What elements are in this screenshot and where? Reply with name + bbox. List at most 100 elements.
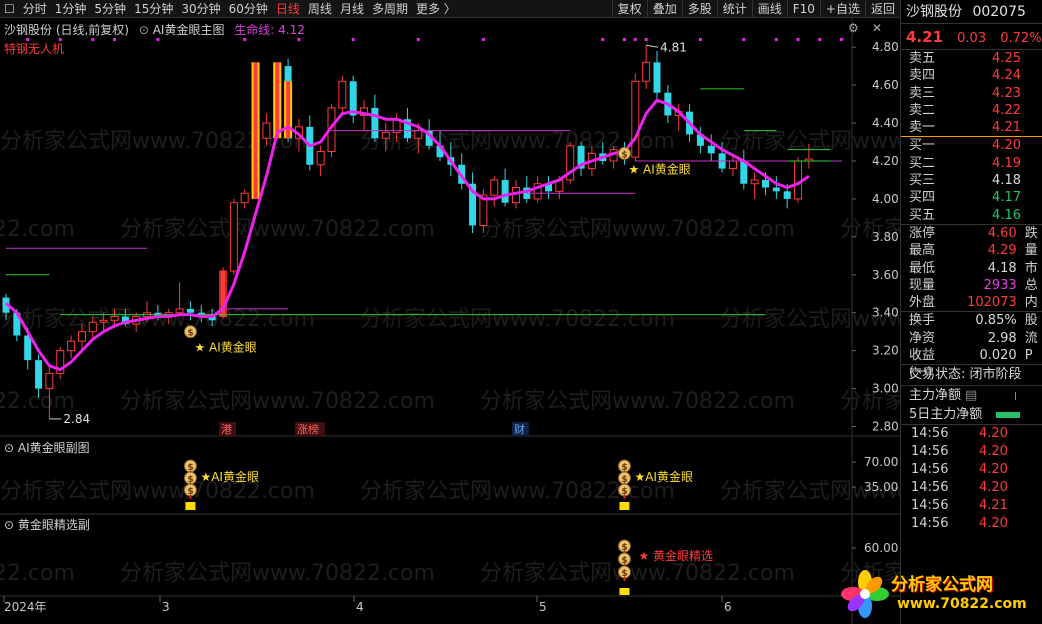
candle-body	[262, 122, 271, 139]
kline-chart[interactable]: 分析家公式网www.70822.com 分析家公式网www.70822.com 分析…	[0, 18, 900, 624]
bid-row-4[interactable]: 买五 4.16	[901, 207, 1042, 224]
stats2-block: 换手 0.85% 股净资 2.98 流收益(一) 0.020 P	[901, 312, 1042, 380]
stat-row-0-price: 4.60	[987, 225, 1017, 241]
stat-row-2-price: 4.18	[987, 260, 1017, 276]
candle-body	[381, 132, 390, 139]
ask-row-4[interactable]: 卖一 4.21	[901, 119, 1042, 136]
stat2-row-1[interactable]: 净资 2.98 流	[901, 330, 1042, 347]
period-tab-0[interactable]: 分时	[19, 0, 51, 17]
y-tick-label: 4.20	[872, 154, 899, 168]
watermark-text: 分析家公式网www.70822.com	[0, 561, 75, 586]
candle-body	[490, 179, 499, 196]
flower-icon	[841, 570, 889, 618]
stat-row-4-side: 内	[1024, 295, 1038, 311]
signal-dot	[351, 38, 355, 41]
bid-row-1-label: 买二	[909, 155, 936, 171]
ask-row-0[interactable]: 卖五 4.25	[901, 50, 1042, 67]
stock-name: 沙钢股份	[906, 4, 962, 20]
period-tab-5[interactable]: 60分钟	[225, 0, 272, 17]
stat-row-0[interactable]: 涨停 4.60 跌	[901, 225, 1042, 242]
candle-body	[240, 192, 249, 204]
logo-url[interactable]: www.70822.com	[897, 596, 1027, 612]
collapse-icon[interactable]: ⊙	[4, 518, 14, 532]
toolbar-button-2[interactable]: 多股	[681, 0, 717, 18]
bid-row-2-label: 买三	[909, 173, 936, 189]
period-tab-1[interactable]: 1分钟	[51, 0, 91, 17]
bid-row-3[interactable]: 买四 4.17	[901, 189, 1042, 206]
toolbar-button-4[interactable]: 画线	[751, 0, 787, 18]
collapse-icon[interactable]: ☐	[0, 2, 19, 16]
period-tab-7[interactable]: 周线	[304, 0, 336, 17]
main-net-5d-bar	[996, 412, 1021, 419]
toolbar-button-5[interactable]: F10	[786, 0, 820, 18]
tick-row: 14:56 4.20	[901, 443, 1042, 461]
candle-body	[24, 335, 32, 361]
stat-row-1[interactable]: 最高 4.29 量	[901, 242, 1042, 259]
candle-body	[316, 150, 325, 166]
limit-up-bar-inner	[286, 81, 291, 139]
signal-dot	[243, 38, 247, 41]
sub-panel1-name[interactable]: AI黄金眼副图	[18, 441, 90, 455]
period-tab-4[interactable]: 30分钟	[177, 0, 224, 17]
tick-time: 14:56	[911, 462, 949, 478]
stat2-row-0[interactable]: 换手 0.85% 股	[901, 312, 1042, 329]
bid-row-1[interactable]: 买二 4.19	[901, 155, 1042, 172]
stat-row-3[interactable]: 现量 2933 总	[901, 277, 1042, 294]
signal-dot	[91, 38, 95, 41]
ask-row-3[interactable]: 卖二 4.22	[901, 102, 1042, 119]
period-tab-8[interactable]: 月线	[336, 0, 368, 17]
sub2-bar	[619, 588, 630, 595]
sub1-bar	[185, 502, 196, 510]
stat2-row-1-side: 流	[1024, 330, 1038, 346]
toolbar-button-3[interactable]: 统计	[716, 0, 752, 18]
stat2-row-2[interactable]: 收益(一) 0.020 P	[901, 347, 1042, 380]
quote-panel: 沙钢股份 002075 4.21 0.03 0.72% 卖五 4.25 卖四 4.24…	[900, 0, 1042, 624]
tick-list[interactable]: 14:56 4.20 14:56 4.20 14:56 4.20 14:56 4.20 14:5…	[901, 425, 1042, 533]
stat-row-4[interactable]: 外盘 102073 内	[901, 294, 1042, 311]
low-mark-label: 2.84	[63, 412, 90, 426]
watermark-text: 分析家公式网www.70822.com	[120, 389, 435, 414]
candle-body	[35, 360, 43, 389]
bid-row-3-price: 4.17	[992, 190, 1021, 206]
toolbar-button-0[interactable]: 复权	[611, 0, 647, 18]
high-mark-pointer	[646, 44, 659, 48]
candle-body	[110, 316, 119, 321]
watermark-text: 分析家公式网www.70822.com	[720, 129, 900, 154]
collapse-icon[interactable]: ⊙	[4, 441, 14, 455]
period-tab-9[interactable]: 多周期	[368, 0, 412, 17]
gold-eye-signal: ★ AI黄金眼	[628, 161, 690, 176]
ask-row-1[interactable]: 卖四 4.24	[901, 67, 1042, 84]
stat2-row-1-price: 2.98	[987, 330, 1017, 346]
period-tab-6[interactable]: 日线	[272, 0, 304, 17]
ask-row-2[interactable]: 卖三 4.23	[901, 85, 1042, 102]
current-price: 4.21	[906, 28, 944, 46]
toolbar-button-1[interactable]: 叠加	[646, 0, 682, 18]
indicator-name[interactable]: AI黄金眼主图	[153, 23, 225, 37]
bid-row-2[interactable]: 买三 4.18	[901, 172, 1042, 189]
period-tab-3[interactable]: 15分钟	[130, 0, 177, 17]
list-icon[interactable]: ▤	[965, 386, 977, 405]
main-net-row: 主力净额 ▤	[901, 386, 1042, 405]
price-change: 0.03	[957, 31, 987, 46]
close-icon[interactable]: ✕	[872, 21, 882, 35]
signal-dot	[698, 38, 702, 41]
x-tick-label: 6	[724, 600, 732, 614]
period-tab-10[interactable]: 更多 〉	[412, 0, 460, 17]
period-tab-2[interactable]: 5分钟	[90, 0, 130, 17]
sub-panel2-name[interactable]: 黄金眼精选副	[18, 518, 90, 532]
tick-row: 14:56 4.21	[901, 497, 1042, 515]
candle-body	[88, 321, 97, 333]
toolbar-button-7[interactable]: 返回	[864, 0, 900, 18]
signal-dot	[818, 38, 822, 41]
collapse-icon[interactable]: ⊙	[139, 23, 149, 37]
signal-dot	[113, 38, 116, 41]
watermark-text: 分析家公式网www.70822.com	[0, 479, 315, 504]
high-mark-label: 4.81	[660, 40, 687, 54]
stat-row-2[interactable]: 最低 4.18 市	[901, 260, 1042, 277]
candle-body	[371, 107, 379, 139]
y-tick-label: 3.20	[872, 344, 899, 358]
settings-icon[interactable]: ⚙	[848, 21, 859, 35]
toolbar-button-6[interactable]: +自选	[819, 0, 865, 18]
ask-book: 卖五 4.25 卖四 4.24 卖三 4.23 卖二 4.22 卖一 4.21	[901, 50, 1042, 136]
bid-row-0[interactable]: 买一 4.20	[901, 137, 1042, 154]
